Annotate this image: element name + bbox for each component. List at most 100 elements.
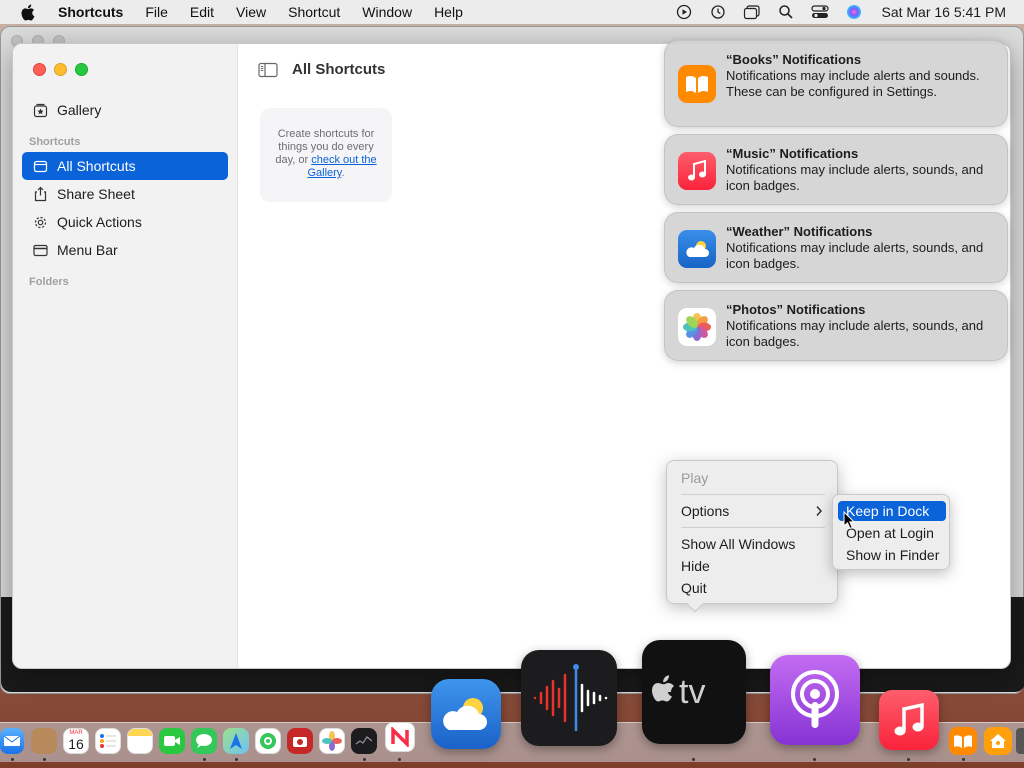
- share-icon: [32, 186, 48, 202]
- menu-item-hide[interactable]: Hide: [681, 556, 710, 576]
- running-indicator: [203, 758, 206, 761]
- menu-item-play[interactable]: Play: [681, 468, 708, 488]
- all-shortcuts-icon: [32, 158, 48, 174]
- search-icon[interactable]: [777, 3, 795, 21]
- empty-state-card: Create shortcuts for things you do every…: [260, 108, 392, 202]
- sidebar-item-label: All Shortcuts: [57, 158, 136, 174]
- notification-weather[interactable]: “Weather” Notifications Notifications ma…: [664, 212, 1008, 283]
- maps-icon[interactable]: [223, 728, 249, 754]
- reminders-icon[interactable]: [95, 728, 121, 754]
- options-submenu: Keep in Dock Open at Login Show in Finde…: [832, 494, 950, 570]
- notification-title: “Music” Notifications: [726, 146, 859, 161]
- notification-books[interactable]: “Books” Notifications Notifications may …: [664, 40, 1008, 127]
- sidebar-item-label: Quick Actions: [57, 214, 142, 230]
- photo-booth-icon[interactable]: [287, 728, 313, 754]
- facetime-icon[interactable]: [159, 728, 185, 754]
- running-indicator: [907, 758, 910, 761]
- menu-help[interactable]: Help: [434, 4, 463, 20]
- menu-bar-icon: [32, 242, 48, 258]
- mouse-pointer-icon: [843, 510, 857, 531]
- running-indicator: [235, 758, 238, 761]
- sidebar-toggle-icon[interactable]: [258, 62, 278, 78]
- menu-separator: [681, 527, 825, 528]
- running-indicator: [692, 758, 695, 761]
- sidebar-section-shortcuts: Shortcuts: [29, 136, 81, 148]
- photos-icon: [678, 308, 716, 346]
- calendar-icon[interactable]: MAR 16: [63, 728, 89, 754]
- menu-item-show-all-windows[interactable]: Show All Windows: [681, 534, 795, 554]
- notification-title: “Weather” Notifications: [726, 224, 873, 239]
- window-stack-icon[interactable]: [743, 3, 761, 21]
- notification-music[interactable]: “Music” Notifications Notifications may …: [664, 134, 1008, 205]
- svg-text:tv: tv: [679, 673, 705, 711]
- gear-icon: [32, 214, 48, 230]
- dock-context-menu: Play Options Show All Windows Hide Quit: [666, 460, 838, 613]
- dock: [0, 722, 1024, 762]
- notification-photos[interactable]: “Photos” Notifications Notifications may…: [664, 290, 1008, 361]
- books-icon: [678, 65, 716, 103]
- running-indicator: [43, 758, 46, 761]
- music-icon: [678, 152, 716, 190]
- menu-app-name[interactable]: Shortcuts: [58, 4, 123, 20]
- sidebar-item-all-shortcuts[interactable]: All Shortcuts: [22, 152, 228, 180]
- podcasts-icon[interactable]: [770, 655, 860, 745]
- time-machine-icon[interactable]: [709, 3, 727, 21]
- notification-body: Notifications may include alerts, sounds…: [726, 240, 984, 271]
- control-center-icon[interactable]: [811, 3, 830, 21]
- menu-edit[interactable]: Edit: [190, 4, 214, 20]
- home-icon[interactable]: [984, 727, 1012, 755]
- running-indicator: [813, 758, 816, 761]
- voice-memos-icon[interactable]: [521, 650, 617, 746]
- music-dock-icon[interactable]: [879, 690, 939, 750]
- mail-icon[interactable]: [0, 728, 24, 754]
- sidebar-item-menu-bar[interactable]: Menu Bar: [22, 236, 228, 264]
- window-controls: [33, 63, 88, 76]
- minimize-button[interactable]: [54, 63, 67, 76]
- sidebar-item-gallery[interactable]: Gallery: [22, 96, 228, 124]
- zoom-button[interactable]: [75, 63, 88, 76]
- notification-body: Notifications may include alerts, sounds…: [726, 318, 984, 349]
- sidebar-item-label: Share Sheet: [57, 186, 135, 202]
- photos-dock-icon[interactable]: [319, 728, 345, 754]
- menu-shortcut[interactable]: Shortcut: [288, 4, 340, 20]
- weather-dock-icon[interactable]: [431, 679, 501, 749]
- running-indicator: [962, 758, 965, 761]
- menu-file[interactable]: File: [145, 4, 168, 20]
- notes-folder-icon[interactable]: [31, 728, 57, 754]
- menu-window[interactable]: Window: [362, 4, 412, 20]
- close-button[interactable]: [33, 63, 46, 76]
- find-my-icon[interactable]: [255, 728, 281, 754]
- siri-icon[interactable]: [845, 3, 863, 21]
- chevron-right-icon: [815, 504, 823, 520]
- notification-body: Notifications may include alerts, sounds…: [726, 162, 984, 193]
- notes-icon[interactable]: [127, 728, 153, 754]
- books-dock-icon[interactable]: [949, 727, 977, 755]
- stocks-icon[interactable]: [351, 728, 377, 754]
- sidebar: Gallery Shortcuts All Shortcuts Share Sh…: [13, 44, 238, 668]
- submenu-item-show-in-finder[interactable]: Show in Finder: [838, 545, 946, 565]
- notification-title: “Photos” Notifications: [726, 302, 866, 317]
- gallery-icon: [32, 102, 48, 118]
- running-indicator: [363, 758, 366, 761]
- notification-title: “Books” Notifications: [726, 52, 862, 67]
- calendar-day: 16: [68, 736, 84, 752]
- sidebar-item-label: Menu Bar: [57, 242, 118, 258]
- menu-view[interactable]: View: [236, 4, 266, 20]
- apple-tv-icon[interactable]: tv: [642, 640, 746, 744]
- messages-icon[interactable]: [191, 728, 217, 754]
- dock-edge-app-icon[interactable]: [1016, 728, 1024, 754]
- empty-state-suffix: .: [341, 167, 345, 179]
- notification-body: Notifications may include alerts and sou…: [726, 68, 980, 99]
- menu-clock[interactable]: Sat Mar 16 5:41 PM: [881, 4, 1006, 20]
- news-icon[interactable]: [385, 722, 415, 752]
- play-circle-icon[interactable]: [675, 3, 693, 21]
- menu-bar: Shortcuts File Edit View Shortcut Window…: [0, 0, 1024, 24]
- sidebar-item-label: Gallery: [57, 102, 102, 118]
- weather-icon: [678, 230, 716, 268]
- page-title: All Shortcuts: [292, 61, 386, 78]
- apple-logo-icon[interactable]: [18, 3, 36, 21]
- menu-item-options[interactable]: Options: [681, 501, 729, 521]
- sidebar-item-share-sheet[interactable]: Share Sheet: [22, 180, 228, 208]
- running-indicator: [398, 758, 401, 761]
- sidebar-item-quick-actions[interactable]: Quick Actions: [22, 208, 228, 236]
